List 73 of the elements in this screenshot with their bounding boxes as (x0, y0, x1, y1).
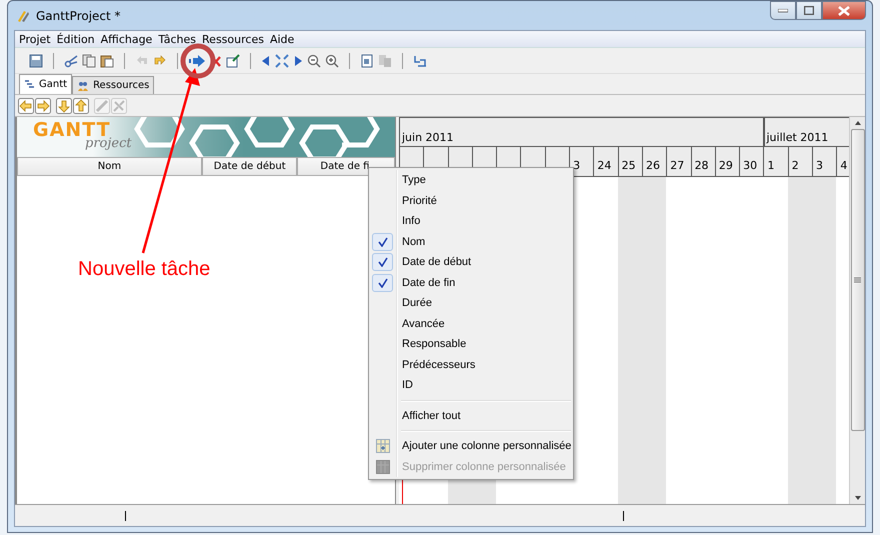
day-header: 28 (690, 147, 715, 177)
maximize-button[interactable] (796, 1, 822, 20)
day-header: 1 (763, 147, 788, 177)
zoom-in-icon[interactable] (325, 54, 339, 68)
menu-item[interactable]: Priorité (369, 190, 573, 211)
menu-item[interactable]: Nom (369, 232, 573, 252)
menu-item[interactable]: Responsable (369, 334, 573, 354)
day-header: 29 (714, 147, 740, 177)
menu-item[interactable]: Ressources (202, 32, 264, 46)
right-arrow-icon[interactable] (35, 98, 51, 114)
day-header: 25 (618, 147, 642, 177)
people-icon (77, 80, 90, 92)
day-header: 30 (739, 147, 764, 177)
menu-item[interactable]: Date de début (369, 252, 573, 272)
close-icon (838, 6, 850, 16)
day-header: 26 (642, 147, 666, 177)
tab[interactable]: Ressources (72, 76, 154, 94)
table-icon (376, 460, 390, 474)
annotation-label: Nouvelle tâche (78, 258, 210, 281)
menu-item[interactable]: Prédécesseurs (369, 354, 573, 375)
menu-item[interactable]: Projet (19, 32, 51, 46)
collapse-icon[interactable] (275, 54, 289, 68)
save-icon[interactable] (29, 54, 43, 68)
maximize-icon (804, 6, 814, 15)
highlight-circle (180, 43, 216, 79)
gantt-icon (24, 79, 35, 90)
vertical-scrollbar[interactable] (849, 117, 865, 504)
chart-icon[interactable] (413, 54, 427, 68)
copy-icon[interactable] (82, 54, 96, 68)
day-header: 24 (593, 147, 618, 177)
menu-item[interactable]: Info (369, 211, 573, 232)
menu-item[interactable]: Avancée (369, 314, 573, 334)
app-icon (16, 8, 30, 22)
scissors-icon[interactable] (64, 54, 78, 68)
arrow-icon[interactable] (188, 54, 206, 68)
properties-icon[interactable] (226, 54, 240, 68)
document-icon[interactable] (360, 54, 374, 68)
menu-item[interactable]: Date de fin (369, 272, 573, 293)
day-header: 2 (788, 147, 812, 177)
minimize-button[interactable] (770, 1, 796, 20)
logo-subtitle: project (85, 137, 132, 150)
column-header[interactable]: Nom (17, 157, 202, 176)
menu-item[interactable]: Affichage (100, 32, 152, 46)
menu-item[interactable]: Édition (56, 32, 95, 46)
grip-icon (854, 277, 861, 283)
tab[interactable]: Gantt (19, 74, 72, 94)
up-arrow-icon[interactable] (73, 98, 89, 114)
close-button[interactable] (822, 1, 866, 20)
right-arrow-icon[interactable] (293, 54, 303, 68)
day-header: 3 (569, 147, 594, 177)
day-header: 27 (666, 147, 691, 177)
window-title: GanttProject * (36, 8, 121, 22)
paste-icon[interactable] (100, 54, 114, 68)
month-header: juin 2011 (399, 117, 764, 147)
redo-icon[interactable] (153, 54, 167, 68)
down-arrow-icon[interactable] (56, 98, 72, 114)
left-arrow-icon[interactable] (261, 54, 271, 68)
month-header: juillet 2011 (764, 117, 849, 147)
menu-item[interactable]: ID (369, 375, 573, 396)
menu-item[interactable]: Ajouter une colonne personnalisée (369, 436, 573, 456)
scrollbar-thumb[interactable] (850, 129, 864, 431)
menu-item[interactable]: Durée (369, 293, 573, 314)
minimize-icon (778, 8, 788, 12)
table-icon (376, 439, 390, 454)
menu-item[interactable]: Afficher tout (369, 406, 573, 426)
column-header[interactable]: Date de début (202, 157, 298, 176)
day-header: 4 (836, 147, 849, 177)
zoom-out-icon[interactable] (307, 54, 321, 68)
day-header: 3 (812, 147, 836, 177)
menu-item[interactable]: Tâches (158, 32, 196, 46)
menu-item[interactable]: Aide (270, 32, 294, 46)
left-arrow-icon[interactable] (18, 98, 34, 114)
logo-text: GANTT (33, 121, 111, 140)
